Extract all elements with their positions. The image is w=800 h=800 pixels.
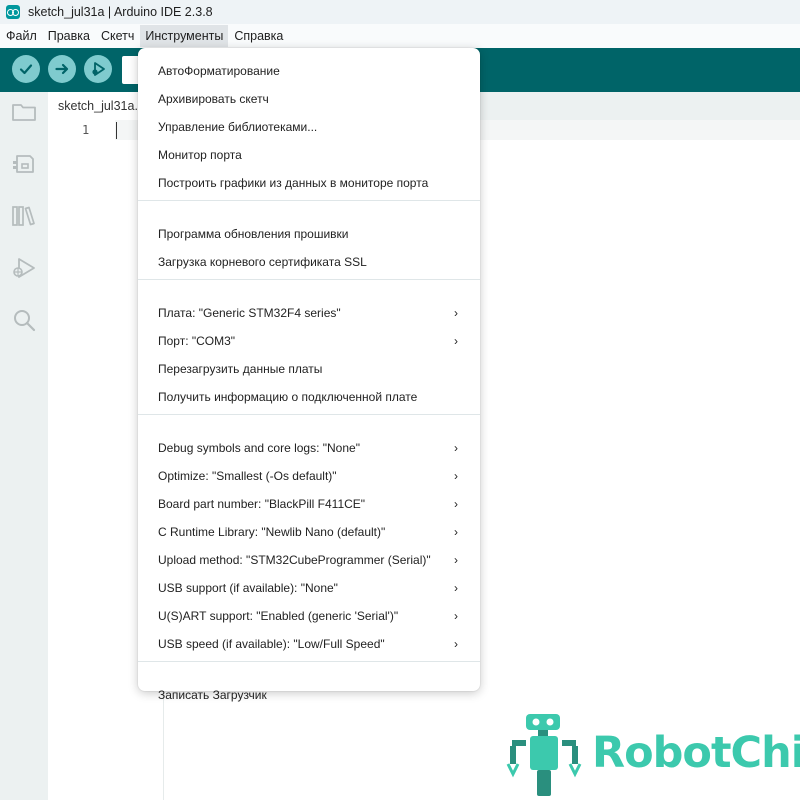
- library-icon[interactable]: [10, 202, 38, 230]
- arduino-ide-window: sketch_jul31a | Arduino IDE 2.3.8 Файл П…: [0, 0, 800, 800]
- chevron-right-icon: ›: [454, 581, 458, 595]
- menu-separator: [138, 414, 480, 415]
- menu-separator: [138, 661, 480, 662]
- tools-menu-item[interactable]: Архивировать скетч: [138, 85, 480, 113]
- menu-item-label: Архивировать скетч: [158, 92, 269, 106]
- menu-item-label: Плата: "Generic STM32F4 series": [158, 306, 341, 320]
- tools-menu-item[interactable]: Записать Загрузчик: [138, 681, 480, 709]
- chevron-right-icon: ›: [454, 609, 458, 623]
- menu-item-label: USB speed (if available): "Low/Full Spee…: [158, 637, 385, 651]
- tools-menu-item[interactable]: Плата: "Generic STM32F4 series" ›: [138, 299, 480, 327]
- tools-menu-item[interactable]: USB speed (if available): "Low/Full Spee…: [138, 630, 480, 658]
- menu-item-label: Upload method: "STM32CubeProgrammer (Ser…: [158, 553, 431, 567]
- folder-icon[interactable]: [10, 98, 38, 126]
- menu-item-label: Board part number: "BlackPill F411CE": [158, 497, 366, 511]
- debug-icon[interactable]: [10, 254, 38, 282]
- menu-item-label: C Runtime Library: "Newlib Nano (default…: [158, 525, 386, 539]
- menu-separator: [138, 279, 480, 280]
- menu-item-label: Debug symbols and core logs: "None": [158, 441, 360, 455]
- tab-sketch[interactable]: sketch_jul31a.i: [48, 92, 151, 120]
- tools-menu-item[interactable]: АвтоФорматирование: [138, 57, 480, 85]
- menu-item-label: Программа обновления прошивки: [158, 227, 349, 241]
- menu-item-label: АвтоФорматирование: [158, 64, 280, 78]
- menu-item-label: Получить информацию о подключенной плате: [158, 390, 418, 404]
- tools-menu-item[interactable]: Получить информацию о подключенной плате: [138, 383, 480, 411]
- arrow-right-icon: [55, 63, 69, 75]
- tools-menu-item[interactable]: USB support (if available): "None" ›: [138, 574, 480, 602]
- menu-file[interactable]: Файл: [1, 25, 42, 47]
- tools-menu-item[interactable]: Upload method: "STM32CubeProgrammer (Ser…: [138, 546, 480, 574]
- menu-bar: Файл Правка Скетч Инструменты Справка: [0, 24, 800, 48]
- chevron-right-icon: ›: [454, 469, 458, 483]
- tools-menu-item[interactable]: Board part number: "BlackPill F411CE" ›: [138, 490, 480, 518]
- debug-icon: [92, 62, 105, 76]
- chevron-right-icon: ›: [454, 553, 458, 567]
- sidebar: [0, 92, 48, 800]
- menu-separator: [138, 200, 480, 201]
- tools-menu-item[interactable]: C Runtime Library: "Newlib Nano (default…: [138, 518, 480, 546]
- menu-item-label: Перезагрузить данные платы: [158, 362, 323, 376]
- tools-menu-item[interactable]: Программа обновления прошивки: [138, 220, 480, 248]
- menu-item-label: USB support (if available): "None": [158, 581, 338, 595]
- menu-help[interactable]: Справка: [229, 25, 288, 47]
- tools-menu-item[interactable]: U(S)ART support: "Enabled (generic 'Seri…: [138, 602, 480, 630]
- verify-button[interactable]: [12, 55, 40, 83]
- tools-menu-item[interactable]: Debug symbols and core logs: "None" ›: [138, 434, 480, 462]
- menu-item-label: Управление библиотеками...: [158, 120, 318, 134]
- menu-item-label: U(S)ART support: "Enabled (generic 'Seri…: [158, 609, 399, 623]
- menu-sketch[interactable]: Скетч: [96, 25, 139, 47]
- menu-item-label: Загрузка корневого сертификата SSL: [158, 255, 367, 269]
- chevron-right-icon: ›: [454, 497, 458, 511]
- chevron-right-icon: ›: [454, 306, 458, 320]
- menu-item-label: Построить графики из данных в мониторе п…: [158, 176, 429, 190]
- menu-edit[interactable]: Правка: [43, 25, 95, 47]
- tools-dropdown-menu: АвтоФорматирование Архивировать скетч Упра…: [138, 48, 480, 702]
- title-bar: sketch_jul31a | Arduino IDE 2.3.8: [0, 0, 800, 24]
- chevron-right-icon: ›: [454, 525, 458, 539]
- tools-menu-item[interactable]: Монитор порта: [138, 141, 480, 169]
- upload-button[interactable]: [48, 55, 76, 83]
- window-title: sketch_jul31a | Arduino IDE 2.3.8: [28, 5, 213, 19]
- tools-menu-item[interactable]: Построить графики из данных в мониторе п…: [138, 169, 480, 197]
- tools-menu-item[interactable]: Optimize: "Smallest (-Os default)" ›: [138, 462, 480, 490]
- menu-item-label: Порт: "COM3": [158, 334, 236, 348]
- robot-logo-icon: [506, 714, 582, 796]
- debug-button[interactable]: [84, 55, 112, 83]
- check-icon: [19, 64, 33, 75]
- arduino-logo-icon: [6, 5, 20, 19]
- chevron-right-icon: ›: [454, 637, 458, 651]
- tools-menu-item[interactable]: Порт: "COM3" ›: [138, 327, 480, 355]
- menu-tools[interactable]: Инструменты: [140, 25, 229, 47]
- robotchip-watermark: RobotChip: [500, 710, 800, 800]
- chevron-right-icon: ›: [454, 441, 458, 455]
- text-cursor: [116, 122, 117, 139]
- tools-menu-item[interactable]: Перезагрузить данные платы: [138, 355, 480, 383]
- line-number: 1: [82, 123, 90, 137]
- tools-menu-item[interactable]: Загрузка корневого сертификата SSL: [138, 248, 480, 276]
- board-icon[interactable]: [10, 150, 38, 178]
- search-icon[interactable]: [10, 306, 38, 334]
- menu-item-label: Optimize: "Smallest (-Os default)": [158, 469, 337, 483]
- menu-item-label: Записать Загрузчик: [158, 688, 267, 702]
- chevron-right-icon: ›: [454, 334, 458, 348]
- watermark-text: RobotChip: [592, 728, 800, 778]
- menu-item-label: Монитор порта: [158, 148, 242, 162]
- tools-menu-item[interactable]: Управление библиотеками...: [138, 113, 480, 141]
